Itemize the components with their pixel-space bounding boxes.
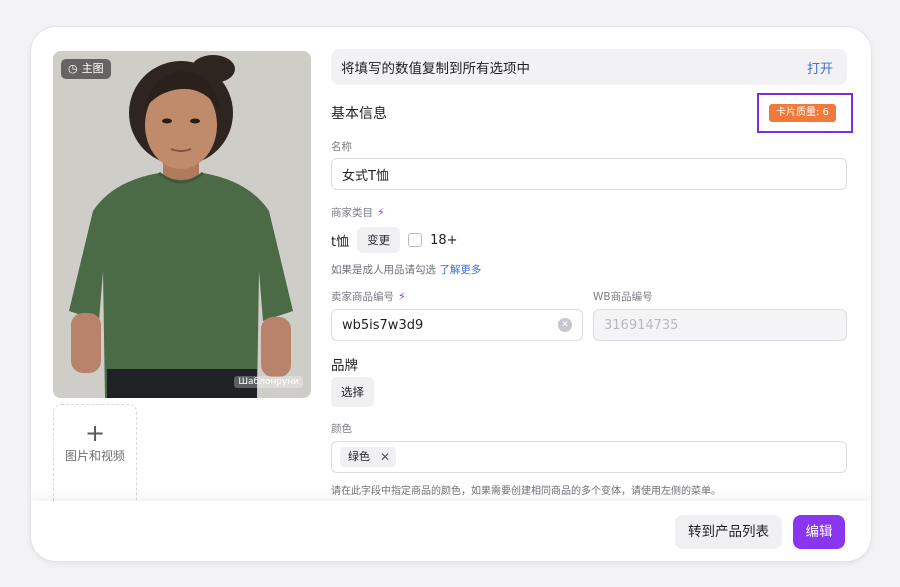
learn-more-link[interactable]: 了解更多 [439,264,481,276]
copy-values-bar: 将填写的数值复制到所有选项中 打开 [331,49,847,85]
wb-sku-input: 316914735 [593,309,847,341]
seller-sku-label-row: 卖家商品编号 ⚡ [331,289,406,304]
to-product-list-button[interactable]: 转到产品列表 [675,515,782,549]
main-image-badge: ◷ 主图 [61,59,111,79]
category-label-row: 商家类目 ⚡ [331,205,385,220]
seller-sku-input[interactable]: wb5is7w3d9 ✕ [331,309,583,341]
lightning-icon: ⚡ [377,206,385,219]
wb-sku-label: WB商品编号 [593,291,653,303]
plus-icon: + [84,419,106,447]
change-category-button[interactable]: 变更 [357,227,401,253]
adult-hint: 如果是成人用品请勾选 了解更多 [331,262,481,277]
model-illustration [53,51,311,398]
color-hint: 请在此字段中指定商品的颜色，如果需要创建相同商品的多个变体，请使用左侧的菜单。 [331,486,721,497]
adult-checkbox[interactable] [408,233,423,247]
add-media-label: 图片和视频 [64,449,125,463]
watermark: Шаблонруни [234,376,303,388]
name-input[interactable]: 女式T恤 [331,158,847,190]
name-value: 女式T恤 [342,168,389,184]
footer-bar: 转到产品列表 编辑 [31,501,871,561]
category-row: t恤 变更 18+ [331,227,458,253]
main-image-badge-label: 主图 [81,62,104,75]
name-label: 名称 [331,141,352,153]
clear-icon[interactable]: ✕ [558,318,572,332]
category-label: 商家类目 [331,207,373,219]
add-media-button[interactable]: + 图片和视频 [53,404,137,516]
edit-button[interactable]: 编辑 [793,515,845,549]
main-product-photo[interactable]: ◷ 主图 Шаблонруни [53,51,311,398]
color-tag-label: 绿色 [348,450,370,463]
select-brand-button[interactable]: 选择 [331,377,374,407]
camera-icon: ◷ [68,62,78,75]
product-card: ◷ 主图 Шаблонруни + 图片和视频 将填写的数值复制到所有选项中 打… [30,26,872,562]
seller-sku-label: 卖家商品编号 [331,291,394,303]
card-quality-badge: 卡片质量: 6 [769,104,836,122]
lightning-icon: ⚡ [398,290,406,303]
adult-hint-text: 如果是成人用品请勾选 [331,264,436,276]
basic-info-title: 基本信息 [331,106,387,122]
seller-sku-value: wb5is7w3d9 [342,317,424,333]
color-label: 颜色 [331,423,352,435]
remove-tag-icon[interactable]: ✕ [380,447,390,467]
brand-title: 品牌 [331,358,358,374]
color-tag: 绿色 ✕ [340,447,397,467]
card-quality-highlight: 卡片质量: 6 [757,93,853,133]
wb-sku-value: 316914735 [604,317,679,333]
adult-checkbox-label: 18+ [430,232,458,248]
color-input[interactable]: 绿色 ✕ [331,441,847,473]
open-link[interactable]: 打开 [807,58,833,77]
copy-values-text: 将填写的数值复制到所有选项中 [341,61,530,77]
category-value: t恤 [331,234,350,250]
